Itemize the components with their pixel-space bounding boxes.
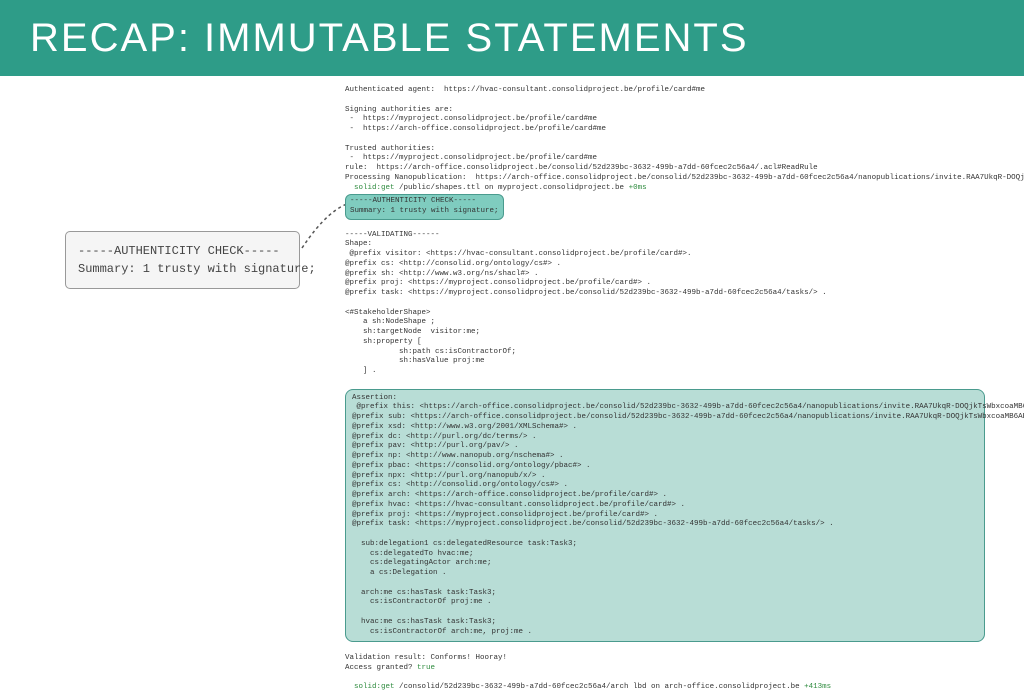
d-3: cs:delegatingActor arch:me;: [352, 559, 492, 567]
d-7: hvac:me cs:hasTask task:Task3;: [352, 618, 496, 626]
d-8: cs:isContractorOf arch:me, proj:me .: [352, 628, 532, 636]
stakeholder: <#StakeholderShape>: [345, 309, 431, 317]
slide-content: -----AUTHENTICITY CHECK----- Summary: 1 …: [0, 76, 1024, 576]
sh-3: sh:property [: [345, 338, 422, 346]
signing-label: Signing authorities are:: [345, 106, 453, 114]
solidget-1-mid: /public/shapes.ttl on myproject.consolid…: [395, 184, 629, 192]
shape-label: Shape:: [345, 240, 372, 248]
a-10: @prefix arch: <https://arch-office.conso…: [352, 491, 667, 499]
terminal-output: Authenticated agent: https://hvac-consul…: [345, 86, 1005, 693]
sh-6: ] .: [345, 367, 377, 375]
rule-line: rule: https://arch-office.consolidprojec…: [345, 164, 818, 172]
authcheck-1: -----AUTHENTICITY CHECK-----: [350, 197, 476, 205]
a-1: @prefix this: <https://arch-office.conso…: [352, 403, 1024, 411]
a-2: @prefix sub: <https://arch-office.consol…: [352, 413, 1024, 421]
prefix-3: @prefix sh: <http://www.w3.org/ns/shacl#…: [345, 270, 539, 278]
assertion-box: Assertion: @prefix this: <https://arch-o…: [345, 389, 985, 643]
validating-label: -----VALIDATING------: [345, 231, 440, 239]
a-13: @prefix task: <https://myproject.consoli…: [352, 520, 834, 528]
prefix-4: @prefix proj: <https://myproject.consoli…: [345, 279, 651, 287]
prefix-1: @prefix visitor: <https://hvac-consultan…: [345, 250, 692, 258]
authenticity-callout: -----AUTHENTICITY CHECK----- Summary: 1 …: [65, 231, 300, 289]
d-1: sub:delegation1 cs:delegatedResource tas…: [352, 540, 577, 548]
sh-4: sh:path cs:isContractorOf;: [345, 348, 516, 356]
a-8: @prefix npx: <http://purl.org/nanopub/x/…: [352, 472, 546, 480]
sh-5: sh:hasValue proj:me: [345, 357, 485, 365]
signing-2: - https://arch-office.consolidproject.be…: [345, 125, 606, 133]
auth-agent: Authenticated agent: https://hvac-consul…: [345, 86, 705, 94]
d-5: arch:me cs:hasTask task:Task3;: [352, 589, 496, 597]
sh-1: a sh:NodeShape ;: [345, 318, 435, 326]
solidget-1-pre: solid:get: [345, 184, 395, 192]
slide-title: RECAP: IMMUTABLE STATEMENTS: [30, 16, 749, 61]
signing-1: - https://myproject.consolidproject.be/p…: [345, 115, 597, 123]
callout-line1: -----AUTHENTICITY CHECK-----: [78, 244, 280, 258]
callout-line2: Summary: 1 trusty with signature;: [78, 262, 316, 276]
a-12: @prefix proj: <https://myproject.consoli…: [352, 511, 658, 519]
access-value: true: [417, 664, 435, 672]
a-7: @prefix pbac: <https://consolid.org/onto…: [352, 462, 591, 470]
assertion-label: Assertion:: [352, 394, 397, 402]
a-5: @prefix pav: <http://purl.org/pav/> .: [352, 442, 519, 450]
trusted-1: - https://myproject.consolidproject.be/p…: [345, 154, 597, 162]
solidget-2-time: +413ms: [804, 683, 831, 691]
d-6: cs:isContractorOf proj:me .: [352, 598, 492, 606]
processing-line: Processing Nanopublication: https://arch…: [345, 174, 1024, 182]
a-11: @prefix hvac: <https://hvac-consultant.c…: [352, 501, 685, 509]
solidget-1-time: +0ms: [629, 184, 647, 192]
sh-2: sh:targetNode visitor:me;: [345, 328, 480, 336]
a-9: @prefix cs: <http://consolid.org/ontolog…: [352, 481, 568, 489]
trusted-label: Trusted authorities:: [345, 145, 435, 153]
a-3: @prefix xsd: <http://www.w3.org/2001/XML…: [352, 423, 577, 431]
solidget-2-pre: solid:get: [345, 683, 395, 691]
authenticity-check-box: -----AUTHENTICITY CHECK----- Summary: 1 …: [345, 194, 504, 220]
prefix-2: @prefix cs: <http://consolid.org/ontolog…: [345, 260, 561, 268]
a-6: @prefix np: <http://www.nanopub.org/nsch…: [352, 452, 564, 460]
access-label: Access granted?: [345, 664, 417, 672]
slide-header: RECAP: IMMUTABLE STATEMENTS: [0, 0, 1024, 76]
a-4: @prefix dc: <http://purl.org/dc/terms/> …: [352, 433, 537, 441]
solidget-2-mid: /consolid/52d239bc-3632-499b-a7dd-60fcec…: [395, 683, 805, 691]
validation-result: Validation result: Conforms! Hooray!: [345, 654, 507, 662]
authcheck-2: Summary: 1 trusty with signature;: [350, 207, 499, 215]
prefix-5: @prefix task: <https://myproject.consoli…: [345, 289, 827, 297]
d-2: cs:delegatedTo hvac:me;: [352, 550, 474, 558]
